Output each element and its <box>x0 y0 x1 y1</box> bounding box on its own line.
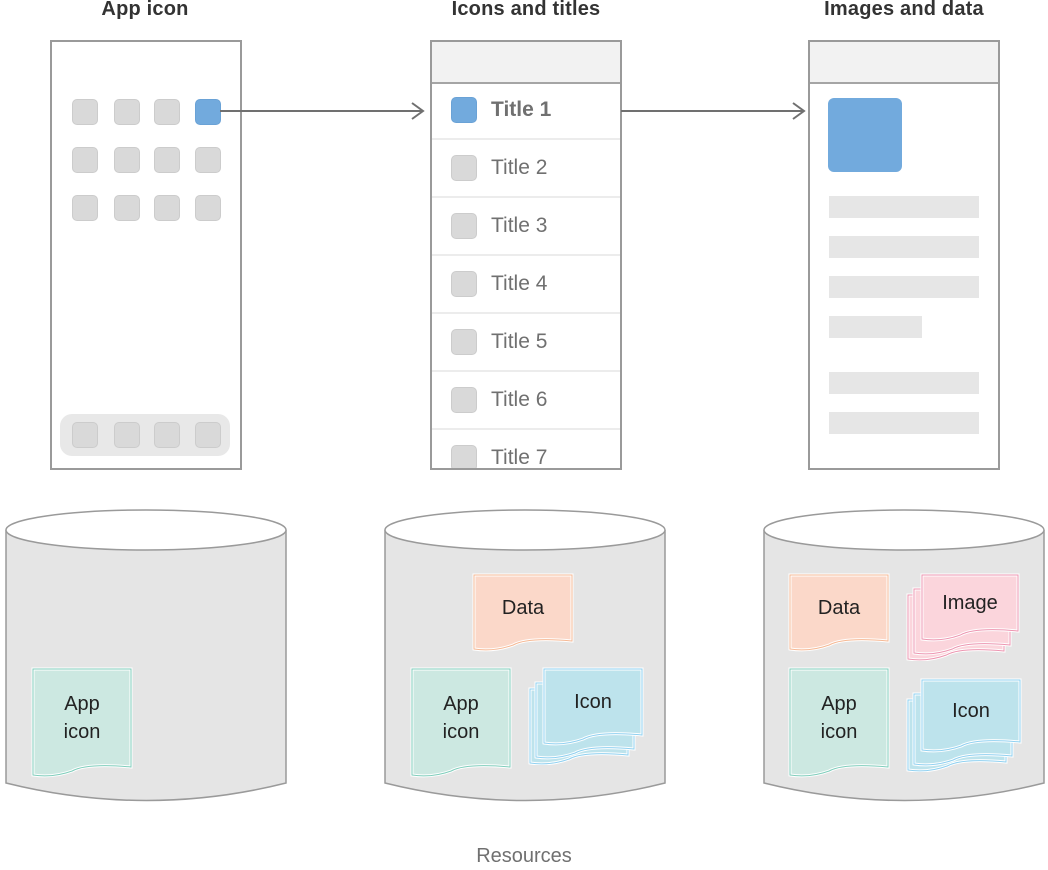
resources-caption: Resources <box>476 845 572 867</box>
text-line-placeholder <box>829 236 979 258</box>
row-icon <box>451 155 477 181</box>
app-icon-document-label: App icon <box>33 669 131 767</box>
app-icon <box>195 147 221 173</box>
doc-label-line: App <box>443 693 479 715</box>
text-line-placeholder <box>829 276 979 298</box>
row-title: Title 4 <box>491 272 548 295</box>
arrow-app-to-list <box>220 102 425 120</box>
list-row[interactable]: Title 6 <box>432 372 620 430</box>
doc-label-line: App <box>64 693 100 715</box>
doc-label-line: Data <box>501 597 545 619</box>
row-title: Title 6 <box>491 388 548 411</box>
column-title-icons-and-titles: Icons and titles <box>451 0 601 20</box>
column-title-app-icon: App icon <box>101 0 189 20</box>
phone-home-screen <box>50 40 242 470</box>
app-icon <box>72 195 98 221</box>
row-title: Title 2 <box>491 156 548 179</box>
dock-icon <box>114 422 140 448</box>
dock-icon <box>154 422 180 448</box>
data-document-label: Data <box>474 575 572 641</box>
data-document-label: Data <box>790 575 888 641</box>
detail-image <box>828 98 902 172</box>
phone-detail-screen <box>808 40 1000 470</box>
dock-icon <box>72 422 98 448</box>
doc-label-line: icon <box>63 721 101 743</box>
app-icon <box>72 99 98 125</box>
row-icon <box>451 445 477 468</box>
text-line-placeholder <box>829 412 979 434</box>
list-row[interactable]: Title 4 <box>432 256 620 314</box>
row-icon-selected <box>451 97 477 123</box>
app-icon <box>154 99 180 125</box>
row-title: Title 1 <box>491 98 552 121</box>
text-line-placeholder <box>829 316 922 338</box>
doc-label-line: icon <box>820 721 858 743</box>
doc-label-line: Data <box>817 597 861 619</box>
icon-document-stack-label: Icon <box>922 680 1020 742</box>
list-row[interactable]: Title 3 <box>432 198 620 256</box>
column-title-images-and-data: Images and data <box>824 0 984 20</box>
app-icon <box>114 99 140 125</box>
app-icon-document-label: App icon <box>790 669 888 767</box>
doc-label-line: Image <box>942 592 998 614</box>
icon-document-stack-label: Icon <box>544 669 642 735</box>
list-row[interactable]: Title 1 <box>432 82 620 140</box>
list-row[interactable]: Title 7 <box>432 430 620 469</box>
navigation-bar <box>432 42 620 84</box>
text-line-placeholder <box>829 372 979 394</box>
app-icon <box>195 195 221 221</box>
arrow-list-to-detail <box>621 102 806 120</box>
row-title: Title 3 <box>491 214 548 237</box>
doc-label-line: App <box>821 693 857 715</box>
app-icon <box>154 195 180 221</box>
list-row[interactable]: Title 5 <box>432 314 620 372</box>
app-icon-selected <box>195 99 221 125</box>
doc-label-line: Icon <box>574 691 612 713</box>
doc-label-line: icon <box>442 721 480 743</box>
doc-label-line: Icon <box>952 700 990 722</box>
app-icon <box>72 147 98 173</box>
navigation-bar <box>810 42 998 84</box>
row-title: Title 7 <box>491 446 548 469</box>
list-row[interactable]: Title 2 <box>432 140 620 198</box>
row-title: Title 5 <box>491 330 548 353</box>
app-icon <box>154 147 180 173</box>
app-icon <box>114 147 140 173</box>
row-icon <box>451 271 477 297</box>
app-icon <box>114 195 140 221</box>
phone-list-screen: Title 1 Title 2 Title 3 Title 4 Title 5 Title… <box>430 40 622 470</box>
row-icon <box>451 213 477 239</box>
app-icon-document-label: App icon <box>412 669 510 767</box>
image-document-stack-label: Image <box>922 575 1018 631</box>
text-line-placeholder <box>829 196 979 218</box>
dock <box>60 414 230 456</box>
dock-icon <box>195 422 221 448</box>
row-icon <box>451 387 477 413</box>
row-icon <box>451 329 477 355</box>
